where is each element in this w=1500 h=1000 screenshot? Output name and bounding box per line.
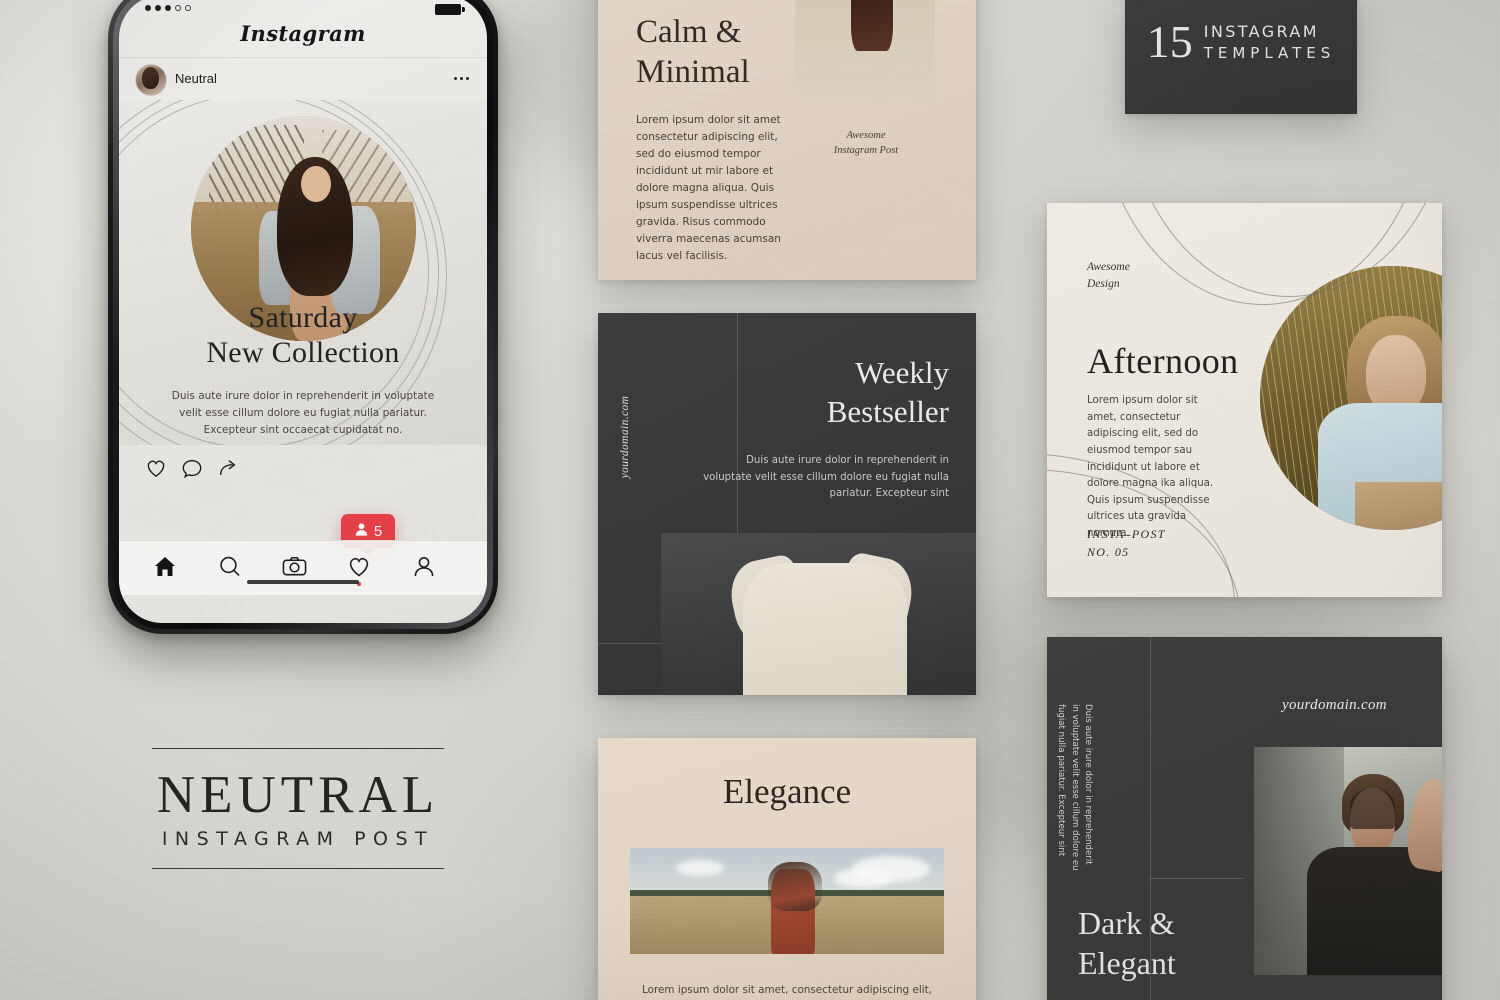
templates-label-line1: INSTAGRAM — [1203, 21, 1319, 41]
card-elegance[interactable]: Elegance Lorem ipsum dolor sit amet, con… — [598, 738, 976, 1000]
post-actions — [119, 450, 487, 502]
calm-title-line2: Minimal — [636, 54, 750, 91]
post-body: Duis aute irure dolor in reprehenderit i… — [171, 390, 435, 436]
post-header: Neutral — [119, 58, 487, 100]
home-icon[interactable] — [153, 555, 177, 583]
calm-caption-line1: Awesome — [846, 130, 886, 141]
phone-mockup: Instagram Neutral Saturday New Collectio… — [108, 0, 498, 634]
brand-rule-top — [152, 748, 444, 749]
calm-caption-line2: Instagram Post — [833, 145, 899, 157]
calm-title: Calm & Minimal — [636, 12, 750, 93]
weekly-title: Weekly Bestseller — [827, 354, 949, 432]
post-title-line1: Saturday — [248, 301, 358, 334]
brand-name: NEUTRAL — [156, 766, 440, 824]
afternoon-post-number-line2: NO. 05 — [1087, 545, 1130, 559]
brand-rule-bottom — [152, 868, 444, 869]
tab-bar — [119, 540, 487, 595]
afternoon-title: Afternoon — [1087, 341, 1239, 381]
afternoon-post-number-line1: INSTA–POST — [1087, 527, 1166, 541]
templates-label-line2: TEMPLATES — [1203, 43, 1336, 62]
activity-icon[interactable] — [347, 555, 371, 586]
calm-body: Lorem ipsum dolor sit amet consectetur a… — [636, 114, 781, 262]
username-label[interactable]: Neutral — [175, 71, 217, 86]
signal-dots-icon — [145, 5, 191, 11]
dark-rule-horizontal — [1150, 878, 1244, 879]
afternoon-post-number: INSTA–POST NO. 05 — [1087, 525, 1166, 561]
dark-domain: yourdomain.com — [1282, 697, 1387, 713]
post-title: Saturday New Collection — [119, 300, 487, 371]
dark-title: Dark & Elegant — [1078, 903, 1176, 984]
elegance-title: Elegance — [722, 772, 852, 811]
elegance-photo — [630, 848, 944, 954]
camera-icon[interactable] — [282, 555, 307, 583]
templates-count: 15 — [1146, 16, 1193, 67]
dark-title-line2: Elegant — [1078, 945, 1176, 982]
notification-count: 5 — [373, 522, 383, 540]
dark-title-line1: Dark & — [1078, 905, 1175, 941]
elegance-body: Lorem ipsum dolor sit amet, consectetur … — [642, 984, 932, 996]
weekly-title-line1: Weekly — [855, 355, 949, 390]
card-afternoon[interactable]: Awesome Design Afternoon Lorem ipsum dol… — [1047, 203, 1442, 597]
avatar[interactable] — [135, 64, 167, 96]
post-title-line2: New Collection — [206, 336, 400, 370]
battery-icon — [435, 4, 465, 15]
ellipsis-icon[interactable] — [454, 77, 469, 80]
weekly-domain: yourdomain.com — [619, 395, 631, 479]
comment-icon[interactable] — [181, 458, 203, 484]
afternoon-eyebrow-line1: Awesome — [1087, 261, 1130, 273]
card-dark-elegant[interactable]: Duis aute irure dolor in reprehenderit i… — [1047, 637, 1442, 1000]
person-icon — [354, 522, 369, 541]
profile-icon[interactable] — [412, 555, 436, 583]
afternoon-eyebrow-line2: Design — [1087, 277, 1120, 290]
card-calm-minimal[interactable]: Calm & Minimal Lorem ipsum dolor sit ame… — [598, 0, 976, 280]
phone-screen: Instagram Neutral Saturday New Collectio… — [119, 0, 487, 623]
brand-tagline: INSTAGRAM POST — [161, 828, 435, 850]
home-indicator — [247, 580, 359, 584]
calm-photo — [795, 0, 935, 100]
afternoon-photo — [1260, 266, 1442, 530]
weekly-title-line2: Bestseller — [826, 393, 949, 429]
heart-icon[interactable] — [145, 458, 167, 483]
weekly-body: Duis aute irure dolor in reprehenderit i… — [703, 455, 949, 500]
calm-title-line1: Calm & — [636, 14, 742, 50]
afternoon-eyebrow: Awesome Design — [1087, 259, 1130, 292]
mockup-canvas: Instagram Neutral Saturday New Collectio… — [0, 0, 1500, 1000]
search-icon[interactable] — [218, 555, 242, 583]
weekly-photo — [661, 533, 976, 695]
dark-photo — [1254, 747, 1442, 975]
share-icon[interactable] — [217, 458, 239, 484]
dark-vertical-text: Duis aute irure dolor in reprehenderit i… — [1056, 703, 1093, 871]
card-weekly-bestseller[interactable]: yourdomain.com Weekly Bestseller Duis au… — [598, 313, 976, 695]
brand-block: NEUTRAL INSTAGRAM POST — [152, 748, 444, 869]
calm-caption: Awesome Instagram Post — [820, 128, 912, 158]
post-image: Saturday New Collection Duis aute irure … — [119, 100, 487, 445]
weekly-rule-horizontal — [598, 643, 662, 644]
instagram-wordmark: Instagram — [240, 21, 366, 46]
afternoon-body: Lorem ipsum dolor sit amet, consectetur … — [1087, 395, 1214, 539]
card-templates-count: 15 INSTAGRAM TEMPLATES — [1125, 0, 1357, 114]
